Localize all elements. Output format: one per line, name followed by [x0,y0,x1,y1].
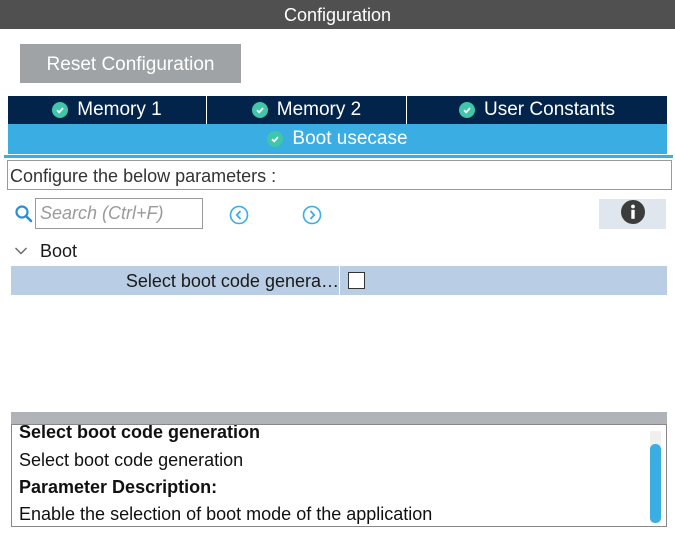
reset-configuration-button[interactable]: Reset Configuration [20,44,241,83]
scrollbar-thumb[interactable] [650,444,661,523]
tab-memory-1-label: Memory 1 [77,99,162,120]
info-icon [620,199,646,230]
check-circle-icon [251,102,268,118]
window-title: Configuration [0,0,675,29]
tab-boot-usecase-label: Boot usecase [292,128,408,149]
parameters-header: Configure the below parameters : [7,160,672,190]
tab-memory-2[interactable]: Memory 2 [207,96,407,124]
column-divider [339,266,340,295]
tree-group-label: Boot [40,240,78,261]
description-splitter[interactable] [11,412,667,424]
description-subtitle: Select boot code generation [19,450,244,470]
search-icon[interactable] [14,204,34,224]
info-button[interactable] [599,199,666,229]
tree-group-boot[interactable]: Boot [14,240,77,262]
tab-memory-2-label: Memory 2 [276,99,362,120]
description-heading: Parameter Description: [19,477,218,497]
tab-bar: Memory 1 Memory 2 User Constants [8,96,667,124]
chevron-right-circle-icon[interactable] [302,205,322,225]
check-circle-icon [459,102,476,118]
tab-memory-1[interactable]: Memory 1 [8,96,207,124]
tab-user-constants[interactable]: User Constants [407,96,667,124]
chevron-down-icon[interactable] [14,246,28,256]
description-title: Select boot code generation [19,424,261,442]
active-tab-underline [4,155,673,158]
parameter-name: Select boot code genera… [125,271,339,291]
search-input[interactable] [35,198,203,229]
check-circle-icon [52,102,69,118]
description-text: Enable the selection of boot mode of the… [19,504,433,524]
description-panel: Select boot code generation Select boot … [11,424,667,527]
parameter-row[interactable]: Select boot code genera… [11,266,667,295]
boot-code-checkbox[interactable] [348,272,365,289]
tab-user-constants-label: User Constants [484,99,615,120]
check-circle-icon [267,131,284,147]
tab-boot-usecase[interactable]: Boot usecase [8,124,667,154]
chevron-left-circle-icon[interactable] [229,205,249,225]
